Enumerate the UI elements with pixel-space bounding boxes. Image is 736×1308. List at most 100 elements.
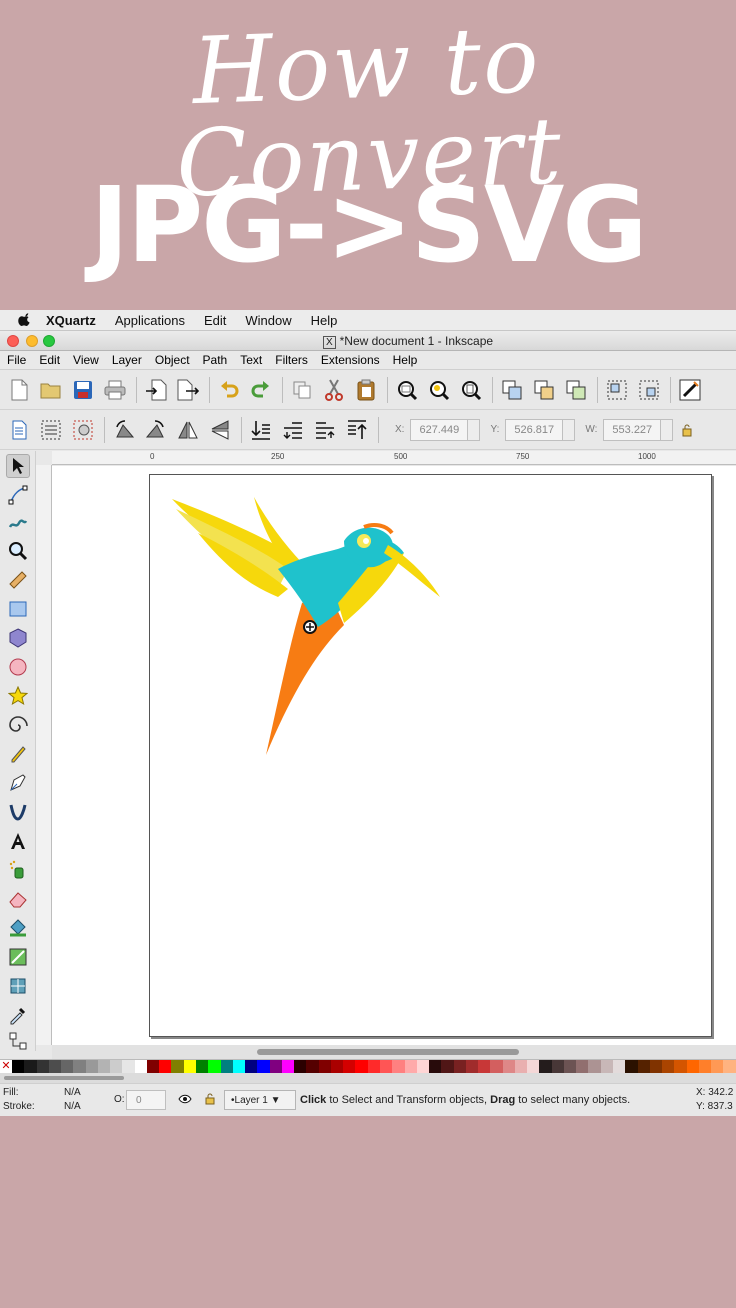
hummingbird-drawing[interactable]	[168, 493, 468, 783]
flip-horizontal-button[interactable]	[175, 417, 201, 443]
menubar-item-window[interactable]: Window	[245, 313, 291, 328]
unlink-clone-button[interactable]	[563, 377, 589, 403]
deselect-button[interactable]	[70, 417, 96, 443]
color-swatch[interactable]	[257, 1060, 270, 1074]
color-swatch[interactable]	[232, 1060, 246, 1074]
current-layer-dropdown[interactable]: •Layer 1 ▼	[224, 1090, 296, 1110]
color-swatch[interactable]	[146, 1060, 160, 1074]
lock-icon[interactable]	[681, 423, 693, 437]
color-swatch[interactable]	[698, 1060, 712, 1074]
select-all-layers-button[interactable]	[38, 417, 64, 443]
pen-tool[interactable]	[6, 771, 30, 795]
menu-layer[interactable]: Layer	[112, 353, 142, 367]
color-swatch[interactable]	[711, 1060, 724, 1074]
color-swatch[interactable]	[85, 1060, 98, 1074]
raise-to-top-button[interactable]	[344, 417, 370, 443]
import-button[interactable]	[143, 377, 169, 403]
zoom-page-button[interactable]	[458, 377, 484, 403]
color-swatch[interactable]	[588, 1060, 601, 1074]
palette-scrollbar-thumb[interactable]	[4, 1076, 124, 1080]
rotate-cw-button[interactable]	[143, 417, 169, 443]
paste-button[interactable]	[353, 377, 379, 403]
color-swatch[interactable]	[539, 1060, 552, 1074]
color-swatch[interactable]	[294, 1060, 307, 1074]
color-swatch[interactable]	[269, 1060, 282, 1074]
color-swatch[interactable]	[122, 1060, 135, 1074]
open-button[interactable]	[38, 377, 64, 403]
menu-edit[interactable]: Edit	[39, 353, 60, 367]
color-swatch[interactable]	[662, 1060, 675, 1074]
color-swatch[interactable]	[159, 1060, 172, 1074]
ellipse-tool[interactable]	[6, 655, 30, 679]
rotate-ccw-button[interactable]	[111, 417, 137, 443]
zoom-tool[interactable]	[6, 539, 30, 563]
select-all-button[interactable]	[6, 417, 32, 443]
color-swatch[interactable]	[686, 1060, 699, 1074]
color-swatch[interactable]	[576, 1060, 589, 1074]
color-swatch[interactable]	[478, 1060, 491, 1074]
3d-box-tool[interactable]	[6, 626, 30, 650]
apple-icon[interactable]	[18, 313, 32, 327]
menu-view[interactable]: View	[73, 353, 99, 367]
star-tool[interactable]	[6, 684, 30, 708]
menubar-app-name[interactable]: XQuartz	[46, 313, 96, 328]
color-swatch[interactable]	[600, 1060, 614, 1074]
lower-button[interactable]	[280, 417, 306, 443]
color-swatch[interactable]	[367, 1060, 380, 1074]
color-swatch[interactable]	[195, 1060, 209, 1074]
color-swatch[interactable]	[343, 1060, 356, 1074]
color-swatch[interactable]	[514, 1060, 528, 1074]
group-button[interactable]	[604, 377, 630, 403]
menu-extensions[interactable]: Extensions	[321, 353, 380, 367]
color-swatch[interactable]	[392, 1060, 405, 1074]
color-swatch[interactable]	[563, 1060, 577, 1074]
redo-button[interactable]	[248, 377, 274, 403]
color-swatch[interactable]	[24, 1060, 37, 1074]
color-swatch[interactable]	[97, 1060, 111, 1074]
menubar-item-applications[interactable]: Applications	[115, 313, 185, 328]
color-swatch[interactable]	[723, 1060, 736, 1074]
menubar-item-help[interactable]: Help	[311, 313, 338, 328]
ungroup-button[interactable]	[636, 377, 662, 403]
menu-object[interactable]: Object	[155, 353, 190, 367]
eye-icon[interactable]	[178, 1094, 192, 1104]
color-swatch[interactable]	[355, 1060, 368, 1074]
paint-bucket-tool[interactable]	[6, 916, 30, 940]
color-swatch[interactable]	[441, 1060, 454, 1074]
color-swatch[interactable]	[649, 1060, 663, 1074]
color-swatch[interactable]	[613, 1060, 626, 1074]
flip-vertical-button[interactable]	[207, 417, 233, 443]
horizontal-scrollbar[interactable]	[52, 1045, 736, 1059]
color-swatch[interactable]	[61, 1060, 74, 1074]
tweak-tool[interactable]	[6, 511, 30, 535]
fill-value[interactable]: N/A	[64, 1087, 81, 1098]
color-swatch[interactable]	[318, 1060, 331, 1074]
opacity-input[interactable]: 0	[126, 1090, 166, 1110]
pencil-tool[interactable]	[6, 742, 30, 766]
calligraphy-tool[interactable]	[6, 800, 30, 824]
menu-path[interactable]: Path	[203, 353, 228, 367]
color-swatch[interactable]	[171, 1060, 184, 1074]
color-swatch[interactable]	[36, 1060, 49, 1074]
color-swatch[interactable]	[490, 1060, 503, 1074]
spray-tool[interactable]	[6, 858, 30, 882]
print-button[interactable]	[102, 377, 128, 403]
lower-to-bottom-button[interactable]	[248, 417, 274, 443]
color-swatch[interactable]	[245, 1060, 258, 1074]
menu-filters[interactable]: Filters	[275, 353, 308, 367]
color-swatch[interactable]	[551, 1060, 564, 1074]
menu-file[interactable]: File	[7, 353, 26, 367]
color-swatch[interactable]	[379, 1060, 393, 1074]
color-swatch[interactable]	[637, 1060, 650, 1074]
gradient-tool[interactable]	[6, 945, 30, 969]
drawing-canvas[interactable]	[52, 466, 736, 1045]
color-swatch[interactable]	[429, 1060, 442, 1074]
color-swatch[interactable]	[330, 1060, 344, 1074]
layer-lock-icon[interactable]	[205, 1093, 215, 1105]
clone-button[interactable]	[531, 377, 557, 403]
color-swatch[interactable]	[73, 1060, 86, 1074]
palette-scrollbar[interactable]	[0, 1073, 736, 1083]
export-button[interactable]	[175, 377, 201, 403]
eraser-tool[interactable]	[6, 887, 30, 911]
copy-button[interactable]	[289, 377, 315, 403]
